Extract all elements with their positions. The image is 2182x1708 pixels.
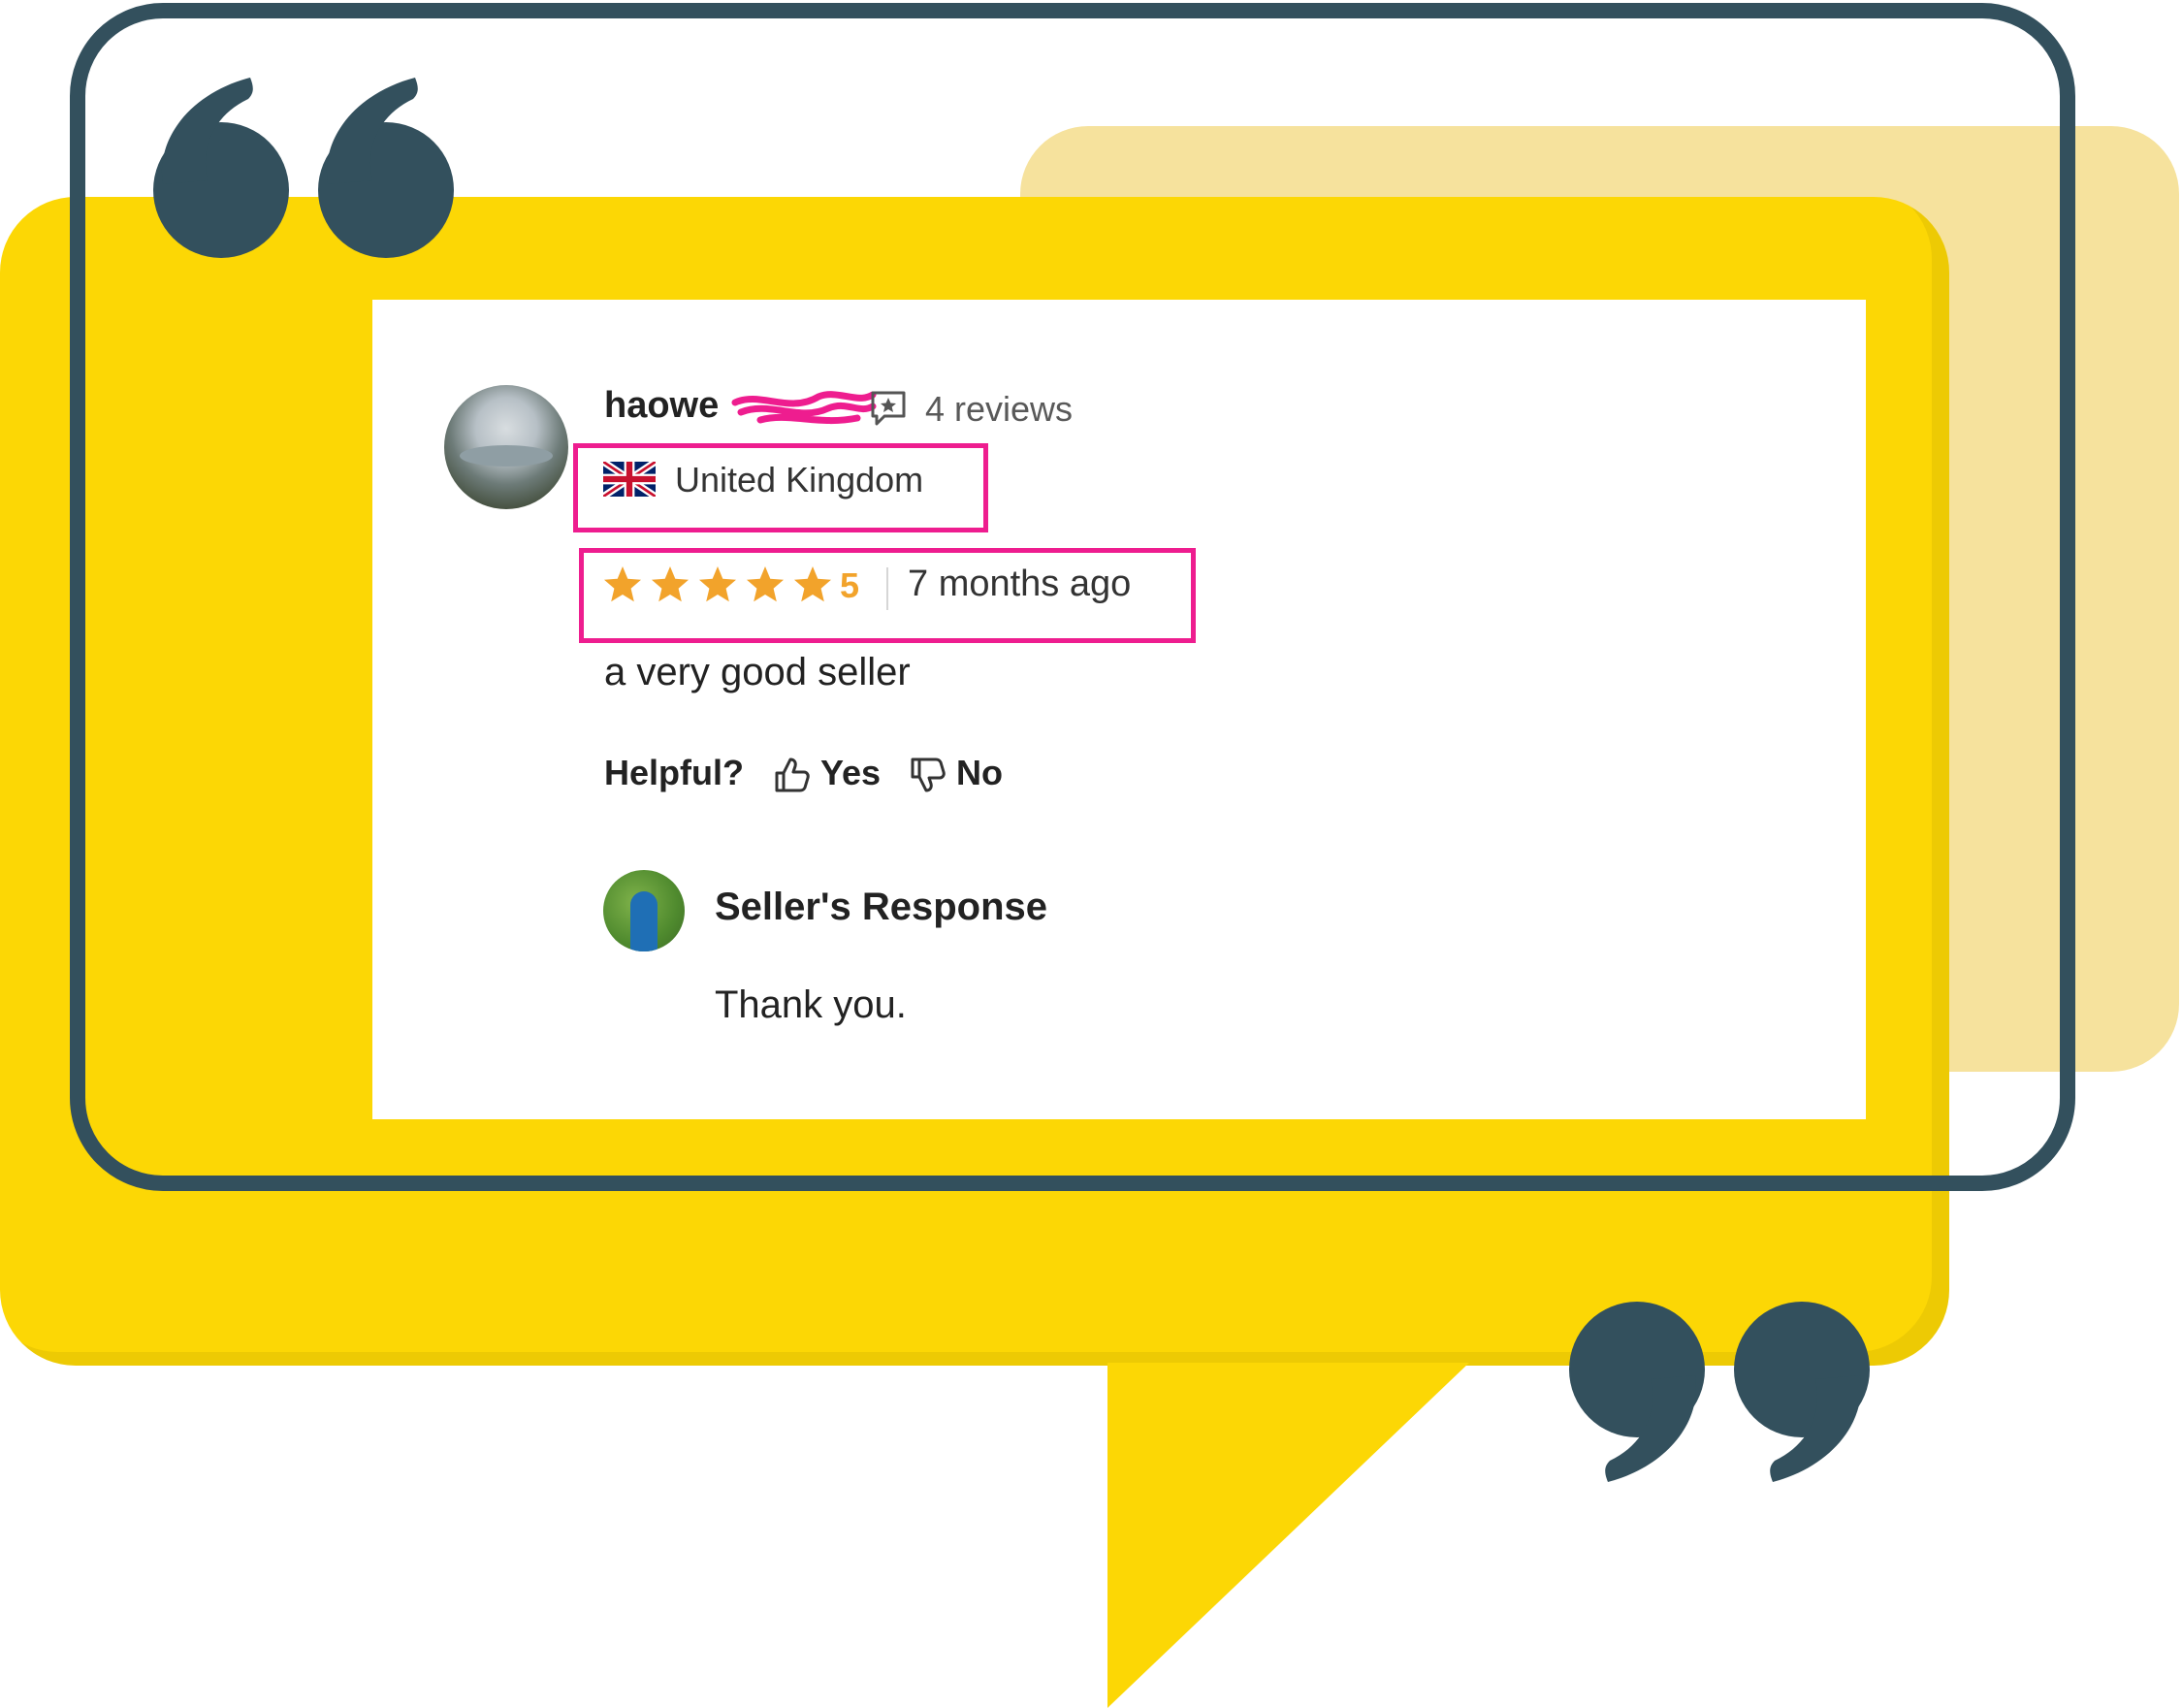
reviewer-avatar <box>444 385 568 509</box>
star-rating <box>604 566 831 602</box>
helpful-no-button[interactable]: No <box>956 753 1003 793</box>
quote-close-icon <box>1569 1302 1870 1482</box>
thumbs-up-icon[interactable] <box>772 756 811 794</box>
star-icon <box>699 566 736 602</box>
thumbs-down-icon[interactable] <box>908 756 947 794</box>
seller-avatar <box>603 870 685 951</box>
rating-value: 5 <box>840 565 860 605</box>
seller-response-text: Thank you. <box>715 983 907 1026</box>
helpful-label: Helpful? <box>604 753 744 792</box>
reviews-count[interactable]: 4 reviews <box>925 389 1073 430</box>
star-icon <box>747 566 784 602</box>
star-icon <box>794 566 831 602</box>
helpful-yes-button[interactable]: Yes <box>820 753 881 793</box>
reviewer-name[interactable]: haowe <box>604 385 719 427</box>
star-icon <box>604 566 641 602</box>
review-date: 7 months ago <box>908 564 1132 604</box>
review-card: haowe 4 reviews United Kingdom 5 7 month… <box>372 300 1866 1119</box>
seller-response-title: Seller's Response <box>715 886 1048 928</box>
quote-open-icon <box>153 78 454 258</box>
review-text: a very good seller <box>604 651 911 693</box>
rating-divider <box>886 567 888 610</box>
star-icon <box>652 566 689 602</box>
reviewer-country: United Kingdom <box>675 460 924 500</box>
redaction-scribble <box>731 391 877 425</box>
uk-flag-icon <box>603 462 656 497</box>
review-bubble-icon <box>871 391 906 426</box>
